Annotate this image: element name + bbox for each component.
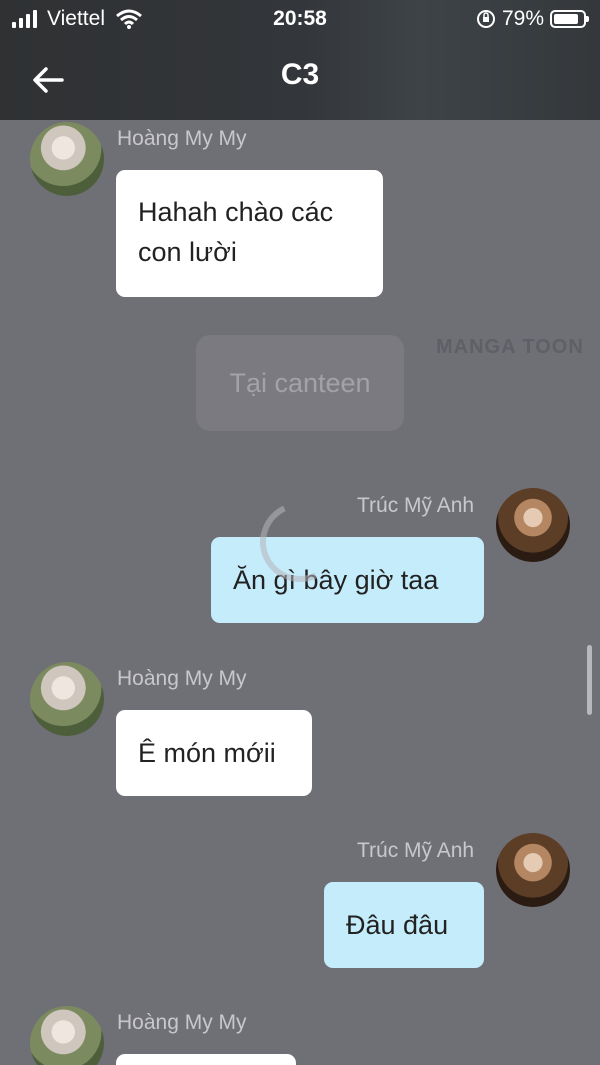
scrollbar[interactable] (587, 645, 592, 715)
message-bubble[interactable]: Đâu đâu (324, 882, 484, 968)
battery-icon (550, 10, 589, 28)
scene-note: Tại canteen (196, 335, 404, 431)
message-bubble[interactable]: Hahah chào các con lười (116, 170, 383, 297)
chat-title: C3 (280, 58, 320, 91)
avatar-hoang-my-my[interactable] (30, 662, 104, 736)
rotation-lock-icon (476, 10, 495, 28)
sender-name: Hoàng My My (117, 1011, 247, 1034)
top-bar: Viettel 20:58 79% C3 (0, 0, 600, 120)
sender-name: Trúc Mỹ Anh (357, 494, 475, 517)
message-list[interactable]: Hoàng My My Hahah chào các con lười Tại … (0, 120, 600, 1065)
message-bubble[interactable]: Ăn gì bây giờ taa (211, 537, 484, 623)
status-bar: Viettel 20:58 79% (0, 0, 600, 38)
sender-name: Hoàng My My (117, 127, 247, 150)
status-right: 79% (476, 7, 589, 31)
navigation-bar: C3 (0, 48, 600, 110)
message-bubble[interactable]: Ê món mớii (116, 710, 312, 796)
avatar-hoang-my-my[interactable] (30, 1006, 104, 1065)
watermark-logo: MANGA TOON (436, 336, 584, 358)
message-bubble[interactable] (116, 1054, 296, 1065)
avatar-truc-my-anh[interactable] (496, 833, 570, 907)
sender-name: Hoàng My My (117, 667, 247, 690)
sender-name: Trúc Mỹ Anh (357, 839, 475, 862)
avatar-truc-my-anh[interactable] (496, 488, 570, 562)
avatar-hoang-my-my[interactable] (30, 122, 104, 196)
battery-percent: 79% (501, 7, 544, 30)
